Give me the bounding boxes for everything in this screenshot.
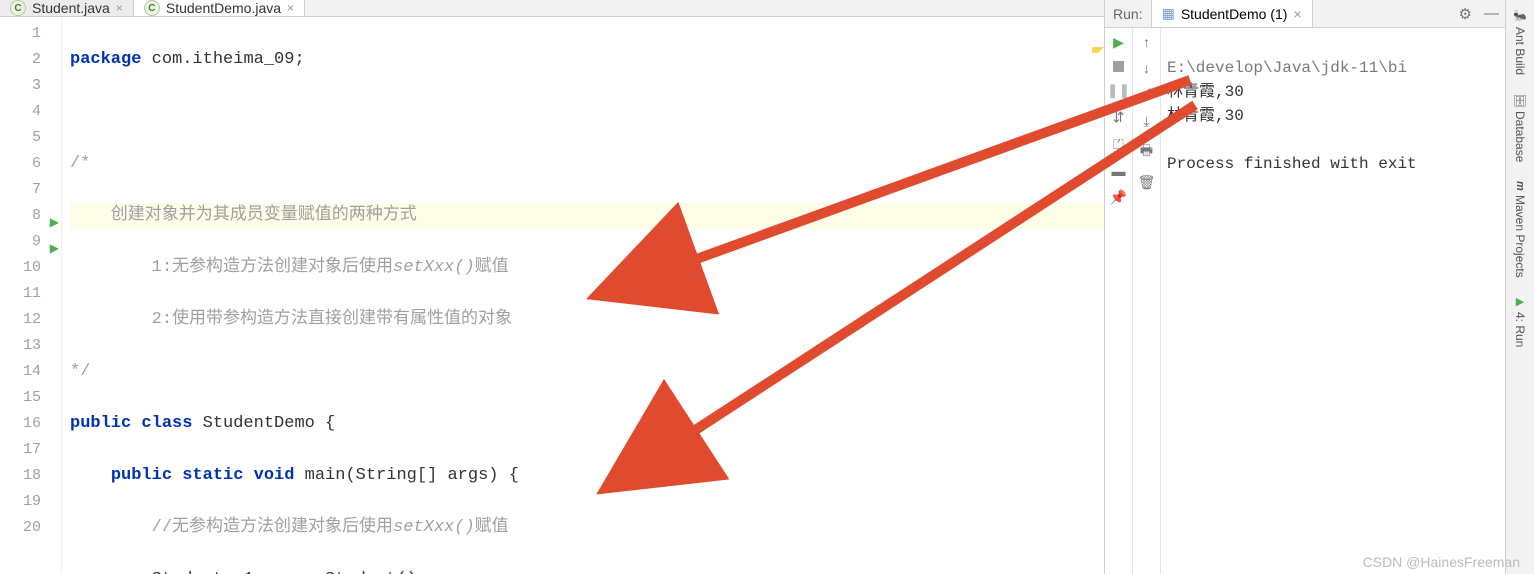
- dump-icon[interactable]: ▬: [1112, 163, 1126, 179]
- trash-icon[interactable]: 🗑: [1138, 174, 1156, 191]
- close-icon[interactable]: ×: [287, 1, 294, 15]
- code-text: com.itheima_09;: [141, 50, 304, 69]
- console-output[interactable]: E:\develop\Java\jdk-11\bi 林青霞,30 林青霞,30 …: [1161, 28, 1505, 574]
- database-icon: 🗄: [1514, 93, 1527, 107]
- tab-student-java[interactable]: C Student.java ×: [0, 0, 134, 16]
- line-number[interactable]: 20: [0, 515, 61, 541]
- run-toolbar-secondary: ↑ ↓ ⏎ ⤓ 🖶 🗑: [1133, 28, 1161, 574]
- run-config-tab[interactable]: ▦ StudentDemo (1) ×: [1151, 0, 1313, 27]
- line-number[interactable]: 5: [0, 125, 61, 151]
- console-path: E:\develop\Java\jdk-11\bi: [1167, 59, 1407, 77]
- comment: 2:使用带参构造方法直接创建带有属性值的对象: [70, 307, 1104, 333]
- scroll-icon[interactable]: ⤓: [1143, 113, 1149, 130]
- wrap-icon[interactable]: ⏎: [1141, 86, 1153, 103]
- gear-icon[interactable]: ⚙: [1453, 5, 1478, 23]
- run-body: ▶ ❚❚ ⇵ ⏍ ▬ 📌 ↑ ↓ ⏎ ⤓ 🖶 🗑 E:\develop\Java…: [1105, 28, 1505, 574]
- tab-studentdemo-java[interactable]: C StudentDemo.java ×: [134, 0, 305, 16]
- comment: */: [70, 359, 1104, 385]
- keyword: package: [70, 50, 141, 69]
- line-number[interactable]: 15: [0, 385, 61, 411]
- maven-icon: m: [1514, 181, 1526, 191]
- print-icon[interactable]: 🖶: [1140, 140, 1153, 164]
- editor-column: C Student.java × C StudentDemo.java × 12…: [0, 0, 1105, 574]
- comment: 创建对象并为其成员变量赋值的两种方式: [70, 203, 1104, 229]
- java-class-icon: C: [10, 0, 26, 16]
- editor-tabs: C Student.java × C StudentDemo.java ×: [0, 0, 1104, 17]
- tab-label: Student.java: [32, 0, 110, 16]
- line-number[interactable]: 1: [0, 21, 61, 47]
- export-icon[interactable]: ⏍: [1113, 136, 1124, 153]
- scrollbar-marker[interactable]: [1092, 47, 1104, 59]
- pin-icon[interactable]: 📌: [1110, 189, 1127, 206]
- play-icon: ▶: [1514, 295, 1527, 308]
- close-icon[interactable]: ×: [116, 1, 123, 15]
- line-number[interactable]: 8▶: [0, 203, 61, 229]
- line-number[interactable]: 13: [0, 333, 61, 359]
- run-config-name: StudentDemo (1): [1181, 6, 1288, 22]
- tab-label: StudentDemo.java: [166, 0, 281, 16]
- java-class-icon: C: [144, 0, 160, 16]
- gutter: 12345678▶9▶1011121314151617181920: [0, 17, 62, 574]
- line-number[interactable]: 6: [0, 151, 61, 177]
- run-panel: Run: ▦ StudentDemo (1) × ⚙ — ▶ ❚❚ ⇵ ⏍ ▬ …: [1105, 0, 1505, 574]
- line-number[interactable]: 7: [0, 177, 61, 203]
- run-header: Run: ▦ StudentDemo (1) × ⚙ —: [1105, 0, 1505, 28]
- code-area[interactable]: package com.itheima_09; /* 创建对象并为其成员变量赋值…: [62, 17, 1104, 574]
- tool-run[interactable]: ▶4: Run: [1513, 291, 1527, 351]
- line-number[interactable]: 9▶: [0, 229, 61, 255]
- stop-icon[interactable]: [1113, 61, 1124, 72]
- run-toolbar-primary: ▶ ❚❚ ⇵ ⏍ ▬ 📌: [1105, 28, 1133, 574]
- right-tool-strip: 🐜Ant Build 🗄Database mMaven Projects ▶4:…: [1505, 0, 1534, 574]
- comment: /*: [70, 151, 1104, 177]
- run-label[interactable]: Run:: [1105, 6, 1151, 22]
- watermark: CSDN @HainesFreeman: [1363, 554, 1520, 570]
- line-number[interactable]: 17: [0, 437, 61, 463]
- down-icon[interactable]: ↓: [1143, 60, 1150, 76]
- application-icon: ▦: [1162, 5, 1175, 22]
- console-line: 林青霞,30: [1167, 83, 1244, 101]
- console-line: 林青霞,30: [1167, 107, 1244, 125]
- line-number[interactable]: 14: [0, 359, 61, 385]
- minimize-icon[interactable]: —: [1478, 5, 1505, 22]
- line-number[interactable]: 3: [0, 73, 61, 99]
- editor-body: 12345678▶9▶1011121314151617181920 packag…: [0, 17, 1104, 574]
- line-number[interactable]: 19: [0, 489, 61, 515]
- line-number[interactable]: 4: [0, 99, 61, 125]
- tool-ant-build[interactable]: 🐜Ant Build: [1513, 6, 1527, 79]
- line-number[interactable]: 2: [0, 47, 61, 73]
- tool-maven[interactable]: mMaven Projects: [1513, 177, 1527, 281]
- console-process-status: Process finished with exit: [1167, 155, 1417, 173]
- layout-icon[interactable]: ⇵: [1113, 109, 1125, 126]
- close-icon[interactable]: ×: [1293, 6, 1301, 22]
- rerun-icon[interactable]: ▶: [1113, 34, 1124, 51]
- pause-icon[interactable]: ❚❚: [1107, 82, 1130, 99]
- line-number[interactable]: 12: [0, 307, 61, 333]
- line-number[interactable]: 18: [0, 463, 61, 489]
- up-icon[interactable]: ↑: [1143, 34, 1150, 50]
- line-number[interactable]: 16: [0, 411, 61, 437]
- line-number[interactable]: 10: [0, 255, 61, 281]
- ant-icon: 🐜: [1514, 10, 1527, 23]
- tool-database[interactable]: 🗄Database: [1513, 89, 1527, 166]
- line-number[interactable]: 11: [0, 281, 61, 307]
